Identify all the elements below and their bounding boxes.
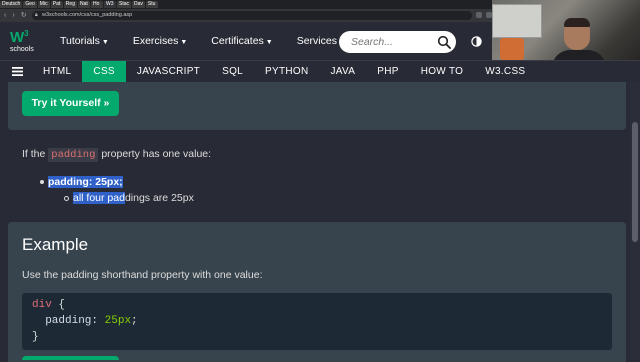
topic-php[interactable]: PHP [366, 61, 409, 82]
main-menu: Tutorials ▼ Exercises ▼ Certificates ▼ Serv… [60, 35, 346, 47]
lock-icon: 🔒︎ [35, 12, 38, 18]
menu-certificates[interactable]: Certificates ▼ [211, 35, 272, 47]
reload-icon[interactable]: ↻ [21, 11, 27, 20]
topic-css[interactable]: CSS [82, 61, 126, 82]
topic-javascript[interactable]: JAVASCRIPT [126, 61, 211, 82]
browser-tab[interactable]: Deutsch [0, 1, 23, 8]
browser-tab[interactable]: Dav [132, 1, 145, 8]
menu-label: Services [296, 35, 337, 47]
page-scrollbar[interactable] [630, 82, 640, 360]
topic-java[interactable]: JAVA [320, 61, 367, 82]
whiteboard [492, 4, 542, 38]
tab-strip: Deutsch Geo Mic Pat Reg Nat Ho W3 Stac D… [0, 0, 158, 9]
menu-label: Certificates [211, 35, 264, 47]
browser-nav-buttons: ‹ › ↻ [4, 11, 27, 20]
lamp [500, 38, 524, 60]
sub-list-item: all four paddings are 25px [64, 192, 194, 204]
back-icon[interactable]: ‹ [4, 11, 6, 20]
code-line: div { [32, 299, 65, 311]
sub-bullet-text: dings are 25px [124, 192, 194, 204]
caret-down-icon: ▼ [101, 39, 109, 46]
topic-howto[interactable]: HOW TO [410, 61, 475, 82]
logo-mark: W [10, 29, 25, 46]
para-suffix: property has one value: [101, 148, 212, 160]
bullet-ring [64, 195, 69, 201]
menu-exercises[interactable]: Exercises ▼ [133, 35, 187, 47]
search-icon[interactable] [437, 35, 451, 49]
browser-tab[interactable]: Nat [77, 1, 90, 8]
topic-sql[interactable]: SQL [211, 61, 254, 82]
code-brace: } [32, 331, 39, 343]
bullet-dot [40, 180, 44, 185]
example-description: Use the padding shorthand property with … [22, 269, 263, 281]
topic-html[interactable]: HTML [32, 61, 82, 82]
bullet-strong-text: padding: 25px; [48, 176, 123, 188]
try-it-button-partial[interactable] [22, 356, 119, 360]
code-block: div { padding: 25px; } [22, 293, 612, 350]
try-it-yourself-button[interactable]: Try it Yourself » [22, 91, 119, 116]
browser-tab[interactable]: Mic [37, 1, 50, 8]
inline-code: padding [48, 148, 99, 162]
code-line: } [32, 331, 39, 343]
topic-python[interactable]: PYTHON [254, 61, 319, 82]
menu-tutorials[interactable]: Tutorials ▼ [60, 35, 109, 47]
topic-nav-items: HTML CSS JAVASCRIPT SQL PYTHON JAVA PHP … [32, 61, 536, 82]
code-line: padding: 25px; [32, 315, 138, 327]
search-box [339, 31, 456, 53]
code-property: padding [45, 315, 92, 327]
browser-tab[interactable]: Geo [23, 1, 37, 8]
w3schools-logo[interactable]: W3 schools [10, 26, 40, 54]
list-item: padding: 25px; [40, 176, 123, 188]
browser-tab[interactable]: Stac [116, 1, 131, 8]
scrollbar-thumb[interactable] [632, 122, 638, 242]
code-semicolon: ; [131, 315, 138, 327]
browser-tab-active[interactable]: W3 [103, 1, 116, 8]
example-title: Example [22, 235, 89, 254]
topic-nav: HTML CSS JAVASCRIPT SQL PYTHON JAVA PHP … [0, 60, 640, 82]
topic-w3css[interactable]: W3.CSS [474, 61, 536, 82]
code-brace: { [58, 299, 66, 311]
browser-tab[interactable]: Ho [90, 1, 103, 8]
hamburger-menu-icon[interactable] [12, 66, 23, 77]
forward-icon[interactable]: › [12, 11, 14, 20]
extension-icon[interactable] [476, 12, 482, 18]
address-bar[interactable]: 🔒︎ w3schools.com/css/css_padding.asp [32, 11, 472, 20]
url-text: w3schools.com/css/css_padding.asp [42, 12, 133, 18]
caret-down-icon: ▼ [180, 39, 188, 46]
contrast-toggle-icon[interactable] [471, 36, 482, 47]
logo-superscript: 3 [24, 29, 29, 38]
browser-tab[interactable]: Stu [145, 1, 158, 8]
caret-down-icon: ▼ [265, 39, 273, 46]
selected-text: all four pad [73, 192, 125, 204]
logo-subtitle: schools [10, 46, 34, 53]
search-input[interactable] [351, 35, 431, 49]
browser-tab[interactable]: Reg [63, 1, 77, 8]
code-value: 25px [104, 315, 132, 327]
code-selector: div [32, 299, 52, 311]
explanation-paragraph: If the padding property has one value: [22, 148, 212, 162]
code-colon: : [91, 315, 99, 327]
menu-label: Tutorials [60, 35, 100, 47]
menu-label: Exercises [132, 35, 179, 47]
para-prefix: If the [22, 148, 46, 160]
browser-tab[interactable]: Pat [50, 1, 63, 8]
